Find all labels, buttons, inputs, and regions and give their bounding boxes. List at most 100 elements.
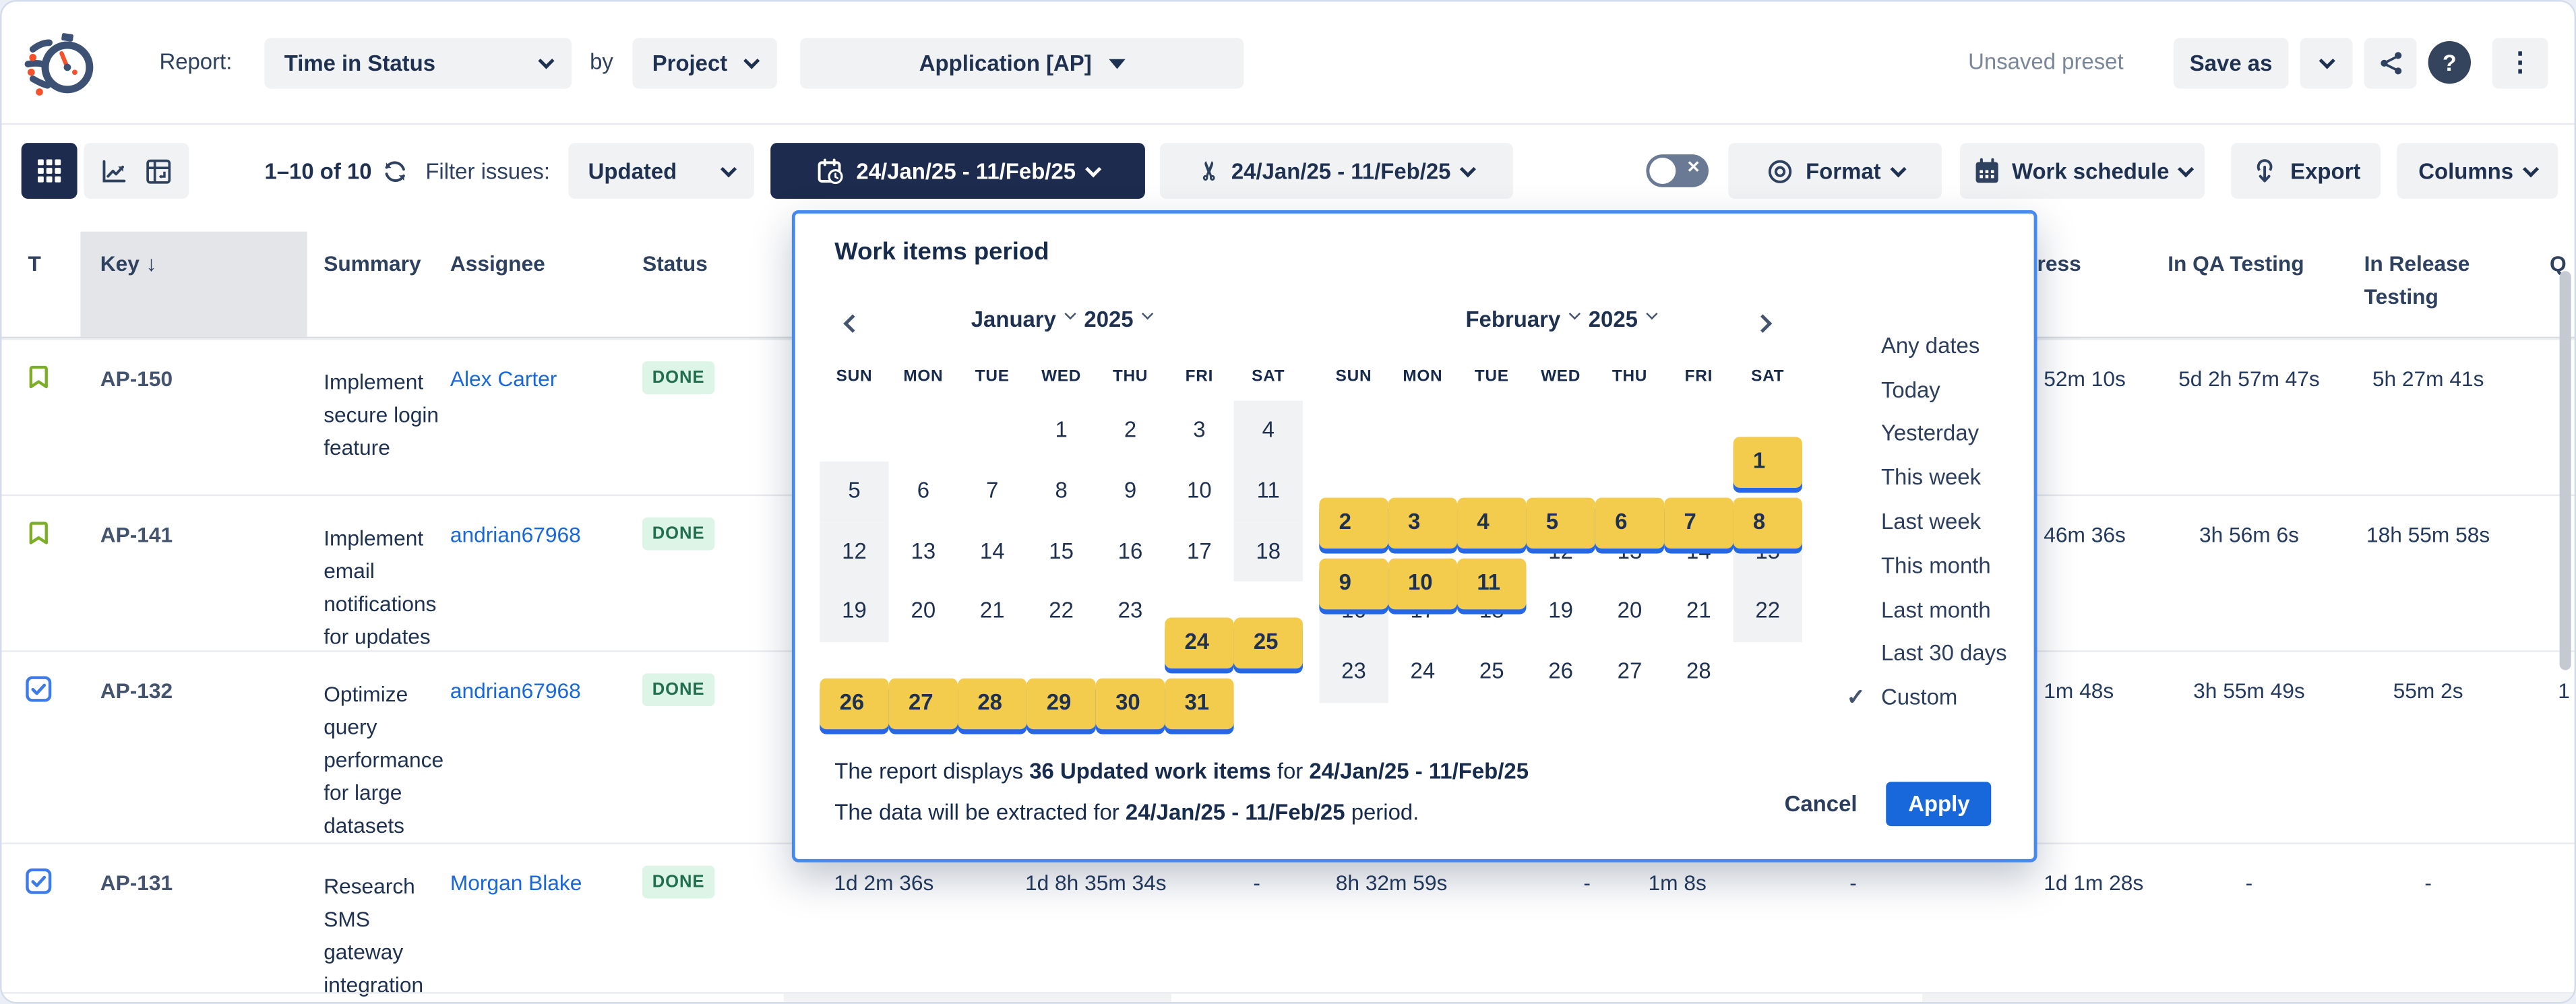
calendar-day[interactable]: 19 xyxy=(820,582,888,642)
quick-option-last-month[interactable]: Last month xyxy=(1847,588,2031,631)
col-header-status[interactable]: Status xyxy=(642,248,708,281)
vertical-scrollbar-thumb[interactable] xyxy=(2560,271,2571,670)
issue-key[interactable]: AP-141 xyxy=(100,522,173,547)
calendar-day[interactable]: 19 xyxy=(1526,582,1595,642)
col-header-key-cell[interactable]: Key↓ xyxy=(80,232,307,337)
calendar-day[interactable]: 3 xyxy=(1165,401,1233,462)
calendar-day[interactable]: 20 xyxy=(889,582,958,642)
col-header-assignee[interactable]: Assignee xyxy=(450,248,545,281)
refresh-icon[interactable] xyxy=(381,158,409,185)
work-schedule-button[interactable]: Work schedule xyxy=(1960,143,2205,199)
calendar-day[interactable]: 25 xyxy=(1234,618,1303,669)
calendar-day[interactable]: 28 xyxy=(1664,642,1733,703)
calendar-day[interactable]: 9 xyxy=(1319,558,1388,609)
apply-button[interactable]: Apply xyxy=(1887,782,1991,826)
calendar-day[interactable]: 1 xyxy=(1734,437,1802,488)
assignee-link[interactable]: andrian67968 xyxy=(450,679,621,703)
calendar-day[interactable]: 18 xyxy=(1234,522,1303,582)
group-by-select[interactable]: Project xyxy=(632,38,777,89)
calendar-day[interactable]: 16 xyxy=(1096,522,1165,582)
calendar-day[interactable]: 8 xyxy=(1026,461,1095,522)
calendar-day[interactable]: 24 xyxy=(1388,642,1457,703)
report-type-select[interactable]: Time in Status xyxy=(264,38,572,89)
calendar-day[interactable]: 17 xyxy=(1165,522,1233,582)
calendar-day[interactable]: 31 xyxy=(1165,679,1233,730)
month-select[interactable]: January xyxy=(971,307,1056,332)
calendar-day[interactable]: 2 xyxy=(1096,401,1165,462)
calendar-day[interactable]: 11 xyxy=(1234,461,1303,522)
calendar-day[interactable]: 11 xyxy=(1457,558,1526,609)
save-options-button[interactable] xyxy=(2300,38,2353,89)
more-options-button[interactable]: ⋮ xyxy=(2492,38,2548,89)
quick-option-this-month[interactable]: This month xyxy=(1847,544,2031,588)
issue-key[interactable]: AP-132 xyxy=(100,679,173,703)
calendar-day[interactable]: 24 xyxy=(1165,618,1233,669)
calendar-day[interactable]: 13 xyxy=(889,522,958,582)
calendar-day[interactable]: 4 xyxy=(1234,401,1303,462)
quick-option-last-30-days[interactable]: Last 30 days xyxy=(1847,631,2031,675)
col-header-in-qa-testing[interactable]: In QA Testing xyxy=(2168,248,2304,281)
assignee-link[interactable]: Morgan Blake xyxy=(450,871,621,896)
trim-period-button[interactable]: ✂ 24/Jan/25 - 11/Feb/25 xyxy=(1160,143,1513,199)
share-button[interactable] xyxy=(2364,38,2417,89)
calendar-day[interactable]: 3 xyxy=(1388,497,1457,548)
calendar-day[interactable]: 7 xyxy=(958,461,1026,522)
pivot-view-icon[interactable] xyxy=(145,157,173,185)
help-button[interactable]: ? xyxy=(2428,41,2471,84)
calendar-day[interactable]: 27 xyxy=(889,679,958,730)
calendar-day[interactable]: 26 xyxy=(1526,642,1595,703)
month-select[interactable]: February xyxy=(1465,307,1560,332)
export-button[interactable]: Export xyxy=(2231,143,2381,199)
calendar-day[interactable]: 22 xyxy=(1734,582,1802,642)
chart-view-icon[interactable] xyxy=(100,157,128,185)
calendar-day[interactable]: 6 xyxy=(1595,497,1664,548)
calendar-day[interactable]: 12 xyxy=(820,522,888,582)
calendar-day[interactable]: 29 xyxy=(1026,679,1095,730)
format-button[interactable]: Format xyxy=(1728,143,1942,199)
year-select[interactable]: 2025 xyxy=(1589,307,1638,332)
calendar-day[interactable]: 21 xyxy=(958,582,1026,642)
quick-option-custom[interactable]: ✓Custom xyxy=(1847,676,2031,720)
table-view-button[interactable] xyxy=(22,143,78,199)
calendar-day[interactable]: 14 xyxy=(958,522,1026,582)
calendar-day[interactable]: 2 xyxy=(1319,497,1388,548)
calendar-day[interactable]: 30 xyxy=(1096,679,1165,730)
calendar-day[interactable]: 8 xyxy=(1734,497,1802,548)
calendar-day[interactable]: 4 xyxy=(1457,497,1526,548)
issue-key[interactable]: AP-150 xyxy=(100,367,173,391)
calendar-day[interactable]: 5 xyxy=(1526,497,1595,548)
calendar-day[interactable]: 25 xyxy=(1457,642,1526,703)
year-select[interactable]: 2025 xyxy=(1084,307,1133,332)
filter-field-select[interactable]: Updated xyxy=(568,143,754,199)
columns-button[interactable]: Columns xyxy=(2397,143,2558,199)
save-as-button[interactable]: Save as xyxy=(2174,38,2289,89)
assignee-link[interactable]: andrian67968 xyxy=(450,522,621,547)
calendar-day[interactable]: 26 xyxy=(820,679,888,730)
calendar-day[interactable]: 27 xyxy=(1595,642,1664,703)
project-select[interactable]: Application [AP] xyxy=(800,38,1244,89)
col-header-summary[interactable]: Summary xyxy=(324,248,421,281)
calendar-day[interactable]: 20 xyxy=(1595,582,1664,642)
calendar-day[interactable]: 23 xyxy=(1096,582,1165,642)
quick-option-today[interactable]: Today xyxy=(1847,368,2031,412)
calendar-day[interactable]: 10 xyxy=(1388,558,1457,609)
calendar-day[interactable]: 1 xyxy=(1026,401,1095,462)
sum-toggle[interactable]: ✕ xyxy=(1646,154,1709,187)
calendar-day[interactable]: 22 xyxy=(1026,582,1095,642)
calendar-day[interactable]: 6 xyxy=(889,461,958,522)
quick-option-yesterday[interactable]: Yesterday xyxy=(1847,412,2031,456)
cancel-button[interactable]: Cancel xyxy=(1785,792,1858,817)
calendar-day[interactable]: 28 xyxy=(958,679,1026,730)
calendar-day[interactable]: 9 xyxy=(1096,461,1165,522)
quick-option-any-dates[interactable]: Any dates xyxy=(1847,323,2031,367)
col-header-in-release-testing[interactable]: In Release Testing xyxy=(2364,248,2473,314)
calendar-day[interactable]: 15 xyxy=(1026,522,1095,582)
calendar-day[interactable]: 5 xyxy=(820,461,888,522)
calendar-day[interactable]: 23 xyxy=(1319,642,1388,703)
quick-option-this-week[interactable]: This week xyxy=(1847,456,2031,499)
calendar-day[interactable]: 7 xyxy=(1664,497,1733,548)
calendar-day[interactable]: 10 xyxy=(1165,461,1233,522)
calendar-day[interactable]: 21 xyxy=(1664,582,1733,642)
issue-key[interactable]: AP-131 xyxy=(100,871,173,896)
work-items-period-button[interactable]: 24/Jan/25 - 11/Feb/25 xyxy=(770,143,1145,199)
